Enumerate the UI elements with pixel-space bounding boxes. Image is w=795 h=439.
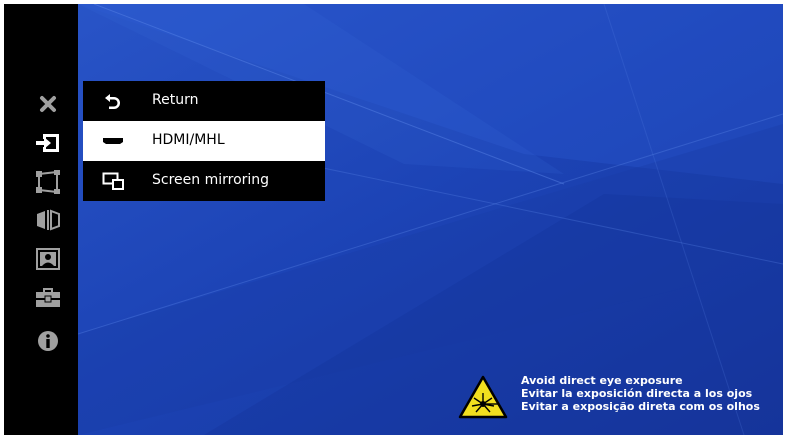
- hdmi-icon: [101, 131, 125, 151]
- laser-warning: Avoid direct eye exposure Evitar la expo…: [458, 374, 778, 424]
- background-wallpaper: [4, 4, 783, 435]
- menu-item-return[interactable]: Return: [83, 81, 325, 121]
- flip-icon[interactable]: [32, 204, 64, 236]
- warning-line-pt: Evitar a exposição direta com os olhos: [521, 400, 760, 413]
- toolbox-icon[interactable]: [32, 282, 64, 314]
- warning-line-en: Avoid direct eye exposure: [521, 374, 683, 387]
- menu-item-hdmi-mhl[interactable]: HDMI/MHL: [83, 121, 325, 161]
- menu-item-label: Screen mirroring: [152, 172, 270, 188]
- laser-warning-icon: [458, 375, 508, 419]
- menu-item-label: Return: [152, 92, 199, 108]
- sidebar: [4, 4, 78, 435]
- projector-screen: Return HDMI/MHL Screen mirroring Avoid d…: [4, 4, 783, 435]
- keystone-icon[interactable]: [32, 166, 64, 198]
- warning-line-es: Evitar la exposición directa a los ojos: [521, 387, 753, 400]
- return-icon: [101, 91, 125, 111]
- input-source-icon[interactable]: [32, 127, 64, 159]
- picture-icon[interactable]: [32, 243, 64, 275]
- menu-item-screen-mirroring[interactable]: Screen mirroring: [83, 161, 325, 201]
- menu-item-label: HDMI/MHL: [152, 132, 225, 148]
- warning-text: Avoid direct eye exposure Evitar la expo…: [521, 374, 760, 413]
- screen-mirroring-icon: [101, 171, 125, 191]
- info-icon[interactable]: [32, 325, 64, 357]
- close-icon[interactable]: [32, 88, 64, 120]
- input-menu: Return HDMI/MHL Screen mirroring: [83, 81, 325, 201]
